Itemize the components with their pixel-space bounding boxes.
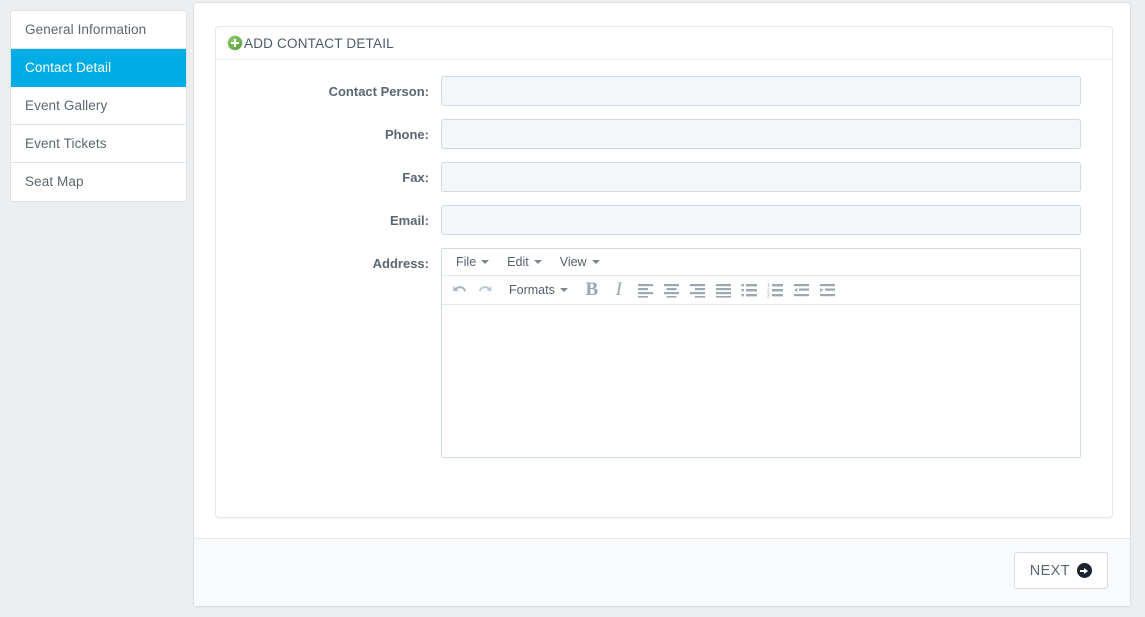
sidebar-tabs: General Information Contact Detail Event… [10,10,187,202]
address-label: Address: [372,256,429,271]
address-editor-content[interactable] [442,305,1080,457]
numbered-list-icon[interactable]: 1 2 3 [763,278,788,303]
fax-field-wrap [441,162,1112,192]
fax-input[interactable] [441,162,1081,192]
form-row-address: Address: File Edit View Formats B I 1 2 … [216,248,1112,458]
next-button-label: NEXT [1029,562,1070,579]
formats-dropdown[interactable]: Formats [502,279,575,302]
plus-circle-icon [228,36,242,50]
sidebar-item-label: Event Gallery [25,98,108,113]
rich-text-editor: File Edit View Formats B I 1 2 3 [441,248,1081,458]
menu-edit-label: Edit [507,255,529,269]
form-row-fax: Fax: [216,162,1112,192]
align-right-icon[interactable] [685,278,710,303]
next-button[interactable]: NEXT [1013,552,1108,589]
page-title: ADD CONTACT DETAIL [244,35,394,51]
sidebar-item-seat-map[interactable]: Seat Map [11,163,186,201]
formats-label: Formats [509,283,555,297]
bold-button[interactable]: B [579,278,605,303]
email-input[interactable] [441,205,1081,235]
sidebar-item-label: Contact Detail [25,60,112,75]
align-left-icon[interactable] [633,278,658,303]
chevron-down-icon [559,288,568,292]
contact-person-input[interactable] [441,76,1081,106]
sidebar-item-event-gallery[interactable]: Event Gallery [11,87,186,125]
outdent-icon[interactable] [789,278,814,303]
email-field-wrap [441,205,1112,235]
form-row-contact-person: Contact Person: [216,76,1112,106]
contact-detail-card: ADD CONTACT DETAIL Contact Person: Phone… [215,26,1113,518]
italic-button[interactable]: I [606,278,632,303]
bullet-list-icon[interactable] [737,278,762,303]
align-justify-icon[interactable] [711,278,736,303]
align-center-icon[interactable] [659,278,684,303]
form-row-phone: Phone: [216,119,1112,149]
indent-icon[interactable] [815,278,840,303]
email-label: Email: [389,213,429,228]
menu-view-label: View [559,255,587,269]
contact-person-label: Contact Person: [328,84,429,99]
form-row-email: Email: [216,205,1112,235]
fax-label: Fax: [402,170,429,185]
sidebar-item-contact-detail[interactable]: Contact Detail [11,49,186,87]
phone-label: Phone: [384,127,429,142]
sidebar-item-event-tickets[interactable]: Event Tickets [11,125,186,163]
panel-footer: NEXT [194,538,1130,606]
menu-edit[interactable]: Edit [498,252,551,273]
sidebar-item-label: General Information [25,22,147,37]
phone-field-wrap [441,119,1112,149]
main-panel: ADD CONTACT DETAIL Contact Person: Phone… [193,2,1131,607]
page-root: General Information Contact Detail Event… [0,0,1145,617]
sidebar-item-label: Event Tickets [25,136,107,151]
menu-file-label: File [456,255,477,269]
redo-icon[interactable] [473,278,498,303]
undo-icon[interactable] [447,278,472,303]
sidebar-item-general-information[interactable]: General Information [11,11,186,49]
address-field-wrap: File Edit View Formats B I 1 2 3 [441,248,1112,458]
card-header: ADD CONTACT DETAIL [216,27,1112,60]
chevron-down-icon [533,260,542,264]
chevron-down-icon [481,260,490,264]
chevron-down-icon [591,260,600,264]
editor-menubar: File Edit View [442,249,1080,276]
sidebar-item-label: Seat Map [25,174,84,189]
contact-person-field-wrap [441,76,1112,106]
phone-input[interactable] [441,119,1081,149]
contact-form: Contact Person: Phone: Fax: Email: Addre… [216,60,1112,458]
menu-view[interactable]: View [551,252,609,273]
svg-text:3: 3 [767,293,770,298]
arrow-circle-right-icon [1077,563,1092,578]
menu-file[interactable]: File [447,252,498,273]
editor-toolbar: Formats B I 1 2 3 [442,276,1080,305]
